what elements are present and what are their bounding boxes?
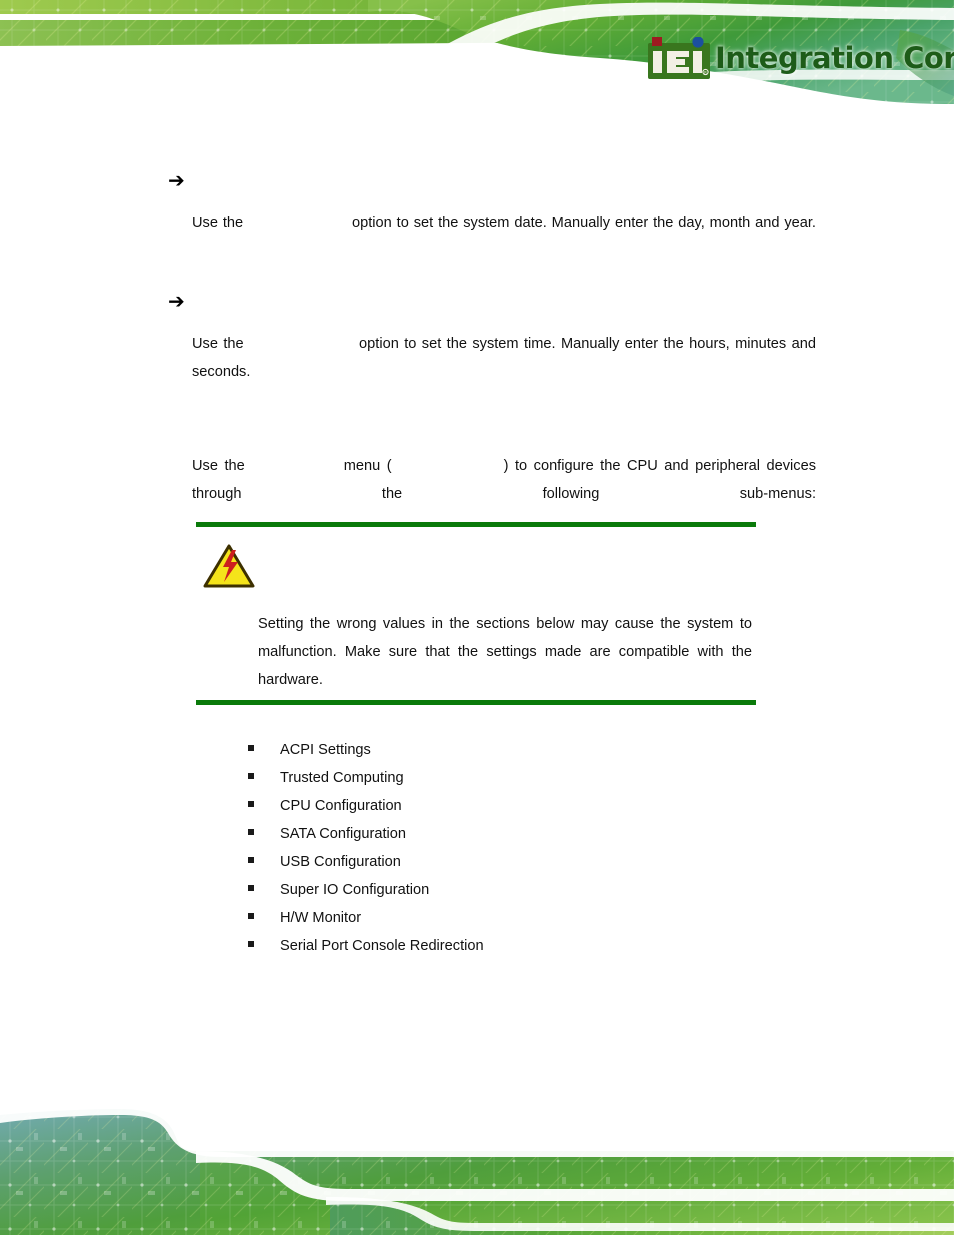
advanced-intro-part2: menu ( [337, 458, 392, 474]
advanced-intro-part3: ) to configure the CPU and peripheral de… [192, 458, 817, 502]
warning-triangle-icon [202, 543, 256, 589]
submenu-label: USB Configuration [280, 854, 401, 870]
paragraph-system-date: Use the option to set the system date. M… [192, 209, 816, 265]
submenu-label: SATA Configuration [280, 826, 407, 842]
list-item[interactable]: H/W Monitor [248, 910, 484, 938]
submenu-label: Trusted Computing [280, 770, 404, 786]
page-header-banner: R Integration Corp. [0, 0, 954, 112]
footer-graphic [0, 1103, 954, 1235]
iei-logo: R Integration Corp. [648, 36, 954, 80]
section-arrow-icon-system-time: ➔ [168, 289, 185, 313]
paragraph-system-date-suffix: option to set the system date. Manually … [352, 215, 816, 231]
bullet-square-icon [248, 745, 254, 751]
bullet-square-icon [248, 829, 254, 835]
advanced-intro-part1: Use the [192, 458, 252, 474]
list-item[interactable]: SATA Configuration [248, 826, 484, 854]
warning-text: Setting the wrong values in the sections… [258, 616, 752, 688]
section-arrow-icon-system-date: ➔ [168, 168, 185, 192]
logo-red-square [652, 37, 662, 46]
iei-logo-mark: R [648, 36, 710, 79]
page-footer-banner [0, 1085, 954, 1235]
submenu-label: ACPI Settings [280, 742, 371, 758]
paragraph-system-time-suffix: option to set the system time. Manually … [192, 336, 816, 380]
bullet-square-icon [248, 773, 254, 779]
bullet-square-icon [248, 801, 254, 807]
bullet-square-icon [248, 857, 254, 863]
list-item[interactable]: Trusted Computing [248, 770, 484, 798]
list-item[interactable]: CPU Configuration [248, 798, 484, 826]
list-item[interactable]: Super IO Configuration [248, 882, 484, 910]
bullet-square-icon [248, 941, 254, 947]
bullet-square-icon [248, 885, 254, 891]
svg-text:R: R [704, 70, 707, 75]
list-item[interactable]: USB Configuration [248, 854, 484, 882]
iei-mark-graphic: R [648, 36, 710, 79]
bullet-square-icon [248, 913, 254, 919]
submenu-label: Super IO Configuration [280, 882, 430, 898]
submenu-list: ACPI Settings Trusted Computing CPU Conf… [248, 742, 484, 966]
paragraph-system-time-prefix: Use the [192, 336, 250, 352]
iei-company-name: Integration Corp. [715, 40, 954, 75]
submenu-label: CPU Configuration [280, 798, 402, 814]
warning-callout: Setting the wrong values in the sections… [196, 522, 756, 705]
warning-body: Setting the wrong values in the sections… [196, 527, 756, 700]
list-item[interactable]: ACPI Settings [248, 742, 484, 770]
list-item[interactable]: Serial Port Console Redirection [248, 938, 484, 966]
submenu-label: H/W Monitor [280, 910, 362, 926]
submenu-label: Serial Port Console Redirection [280, 938, 484, 954]
paragraph-system-date-prefix: Use the [192, 215, 249, 231]
paragraph-system-time: Use the option to set the system time. M… [192, 330, 816, 414]
